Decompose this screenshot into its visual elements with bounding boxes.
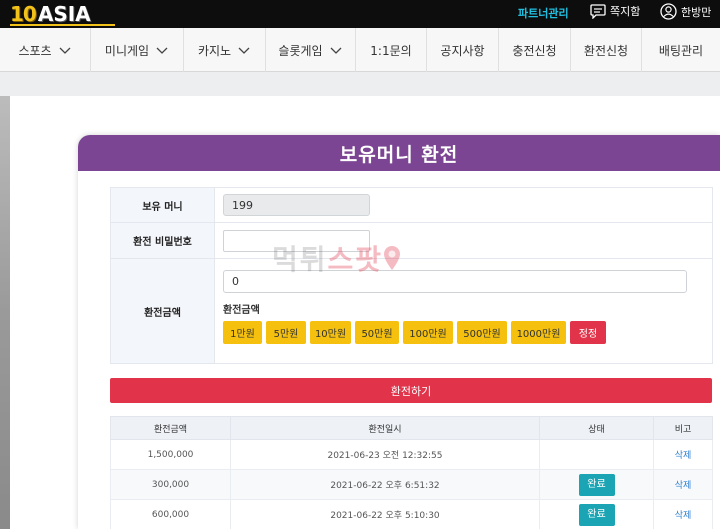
nav-bet-history[interactable]: 배팅관리 [642,28,720,72]
form-row-amount: 환전금액 0 환전금액 1만원 5만원 10만원 50만원 100만원 500만… [111,259,712,363]
site-logo[interactable]: 10 ASIA [10,2,115,26]
nav-deposit[interactable]: 충전신청 [499,28,571,72]
nav-sports[interactable]: 스포츠 [0,28,91,72]
amount-button[interactable]: 10만원 [310,321,351,344]
exchange-form: 보유 머니 199 환전 비밀번호 환전금액 0 환전금액 1만원 5만원 10… [110,187,713,364]
nav-label: 스포츠 [18,43,52,58]
message-box-link[interactable]: 쪽지함 [590,3,640,19]
exchange-panel: 보유머니 환전 보유 머니 199 환전 비밀번호 환전금액 0 환전금액 1만… [78,135,720,529]
datetime-cell: 2021-06-22 오후 6:51:32 [230,469,540,500]
amount-cell: 1,500,000 [110,439,231,470]
top-bar: 10 ASIA 파트너관리 쪽지함 한방만 [0,0,720,28]
nav-label: 미니게임 [104,43,150,58]
watermark-text-b: 스팟 [327,243,384,276]
nav-minigame[interactable]: 미니게임 [91,28,184,72]
nav-label: 1:1문의 [370,43,412,58]
form-row-password: 환전 비밀번호 [111,223,712,259]
amount-button[interactable]: 1000만원 [511,321,566,344]
reset-button[interactable]: 정정 [570,321,606,344]
panel-title: 보유머니 환전 [78,135,720,171]
chevron-down-icon [156,47,168,54]
partner-management-link[interactable]: 파트너관리 [518,5,569,21]
status-cell: 완료 [539,469,654,500]
user-icon [660,3,677,20]
side-strip [0,96,10,529]
chevron-down-icon [330,47,342,54]
delete-link[interactable]: 삭제 [675,481,692,491]
column-header: 환전금액 [110,416,231,440]
table-row: 1,500,000 2021-06-23 오전 12:32:55 삭제 [110,439,713,470]
watermark: 먹튀 스팟 [272,238,401,278]
form-row-money: 보유 머니 199 [111,188,712,223]
message-box-label: 쪽지함 [610,5,641,18]
nav-label: 공지사항 [440,43,485,58]
table-row: 600,000 2021-06-22 오후 5:10:30 완료 삭제 [110,499,713,529]
logo-number: 10 [10,2,37,26]
main-nav: 스포츠 미니게임 카지노 슬롯게임 1:1문의 공지사항 충전신청 환전신청 배… [0,28,720,72]
nav-slot[interactable]: 슬롯게임 [266,28,356,72]
amount-button[interactable]: 100만원 [403,321,453,344]
nav-label: 환전신청 [583,43,629,58]
column-header: 상태 [539,416,654,440]
status-cell [539,439,654,470]
amount-label: 환전금액 [111,259,215,363]
amount-button[interactable]: 50만원 [355,321,399,344]
form-value-cell: 199 [215,188,712,222]
status-badge[interactable]: 완료 [578,503,615,526]
nav-notice[interactable]: 공지사항 [427,28,499,72]
nav-inquiry[interactable]: 1:1문의 [356,28,427,72]
money-label: 보유 머니 [111,188,215,222]
note-cell: 삭제 [653,499,713,529]
chevron-down-icon [238,47,250,54]
note-cell: 삭제 [653,439,713,470]
logo-underline [10,24,115,26]
submit-exchange-button[interactable]: 환전하기 [110,378,712,403]
password-label: 환전 비밀번호 [111,223,215,258]
logo-text: ASIA [37,2,91,26]
amount-sub-label: 환전금액 [223,305,260,316]
message-icon [590,3,606,19]
nav-label: 충전신청 [512,43,557,58]
nav-label: 카지노 [197,43,232,58]
chevron-down-icon [59,47,71,54]
table-row: 300,000 2021-06-22 오후 6:51:32 완료 삭제 [110,469,713,500]
user-menu[interactable]: 한방만 [660,3,711,20]
money-field: 199 [223,194,370,216]
amount-button[interactable]: 1만원 [223,321,262,344]
delete-link[interactable]: 삭제 [675,511,692,521]
amount-buttons: 1만원 5만원 10만원 50만원 100만원 500만원 1000만원 정정 [223,321,704,344]
datetime-cell: 2021-06-23 오전 12:32:55 [230,439,540,470]
nav-casino[interactable]: 카지노 [184,28,266,72]
column-header: 비고 [653,416,713,440]
amount-cell: 600,000 [110,499,231,529]
note-cell: 삭제 [653,469,713,500]
status-badge[interactable]: 완료 [578,473,615,496]
map-pin-icon [384,246,401,270]
nav-withdraw[interactable]: 환전신청 [571,28,642,72]
exchange-history-table: 환전금액 환전일시 상태 비고 1,500,000 2021-06-23 오전 … [110,416,713,529]
amount-cell: 300,000 [110,469,231,500]
amount-button[interactable]: 5만원 [266,321,306,344]
watermark-text-a: 먹튀 [272,243,328,276]
table-header-row: 환전금액 환전일시 상태 비고 [110,416,713,440]
nav-label: 슬롯게임 [278,43,323,58]
status-cell: 완료 [539,499,654,529]
nav-label: 배팅관리 [658,43,704,58]
user-name: 한방만 [681,5,712,19]
datetime-cell: 2021-06-22 오후 5:10:30 [230,499,540,529]
column-header: 환전일시 [230,416,540,440]
delete-link[interactable]: 삭제 [675,451,692,461]
amount-button[interactable]: 500만원 [457,321,507,344]
